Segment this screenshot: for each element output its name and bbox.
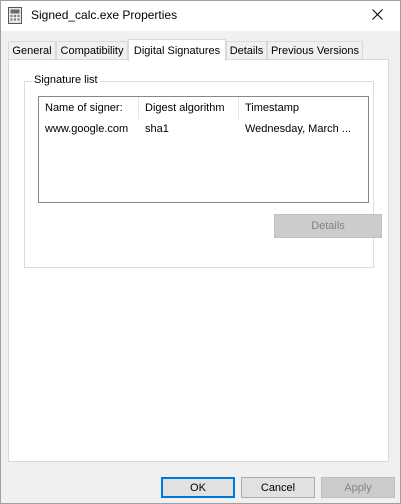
tab-digital-signatures[interactable]: Digital Signatures [128, 39, 226, 61]
column-header-timestamp[interactable]: Timestamp [239, 97, 368, 119]
column-header-signer[interactable]: Name of signer: [39, 97, 139, 119]
signature-details-button[interactable]: Details [274, 214, 382, 238]
list-header: Name of signer: Digest algorithm Timesta… [39, 97, 368, 119]
close-button[interactable] [354, 1, 400, 31]
window-title: Signed_calc.exe Properties [31, 8, 178, 22]
ok-button[interactable]: OK [161, 477, 235, 498]
tab-previous-versions[interactable]: Previous Versions [267, 41, 363, 59]
signature-list-title: Signature list [32, 74, 100, 86]
apply-button[interactable]: Apply [321, 477, 395, 498]
tab-details[interactable]: Details [226, 41, 267, 59]
file-icon [8, 7, 22, 24]
title-bar[interactable]: Signed_calc.exe Properties [1, 1, 400, 31]
digest-cell: sha1 [145, 123, 169, 135]
tab-panel-digital-signatures: Signature list Name of signer: Digest al… [8, 59, 389, 462]
timestamp-cell: Wednesday, March ... [245, 123, 351, 135]
signature-list-group: Signature list Name of signer: Digest al… [24, 74, 382, 268]
close-icon [371, 9, 383, 23]
tab-general[interactable]: General [8, 41, 56, 59]
tab-strip: General Compatibility Digital Signatures… [1, 39, 400, 61]
tab-compatibility[interactable]: Compatibility [56, 41, 128, 59]
properties-window: Signed_calc.exe Properties General Compa… [0, 0, 401, 504]
cancel-button[interactable]: Cancel [241, 477, 315, 498]
signer-cell: www.google.com [45, 123, 129, 135]
signature-list[interactable]: Name of signer: Digest algorithm Timesta… [38, 96, 369, 203]
column-header-digest[interactable]: Digest algorithm [139, 97, 239, 119]
list-item[interactable]: www.google.com sha1 Wednesday, March ... [39, 120, 368, 138]
